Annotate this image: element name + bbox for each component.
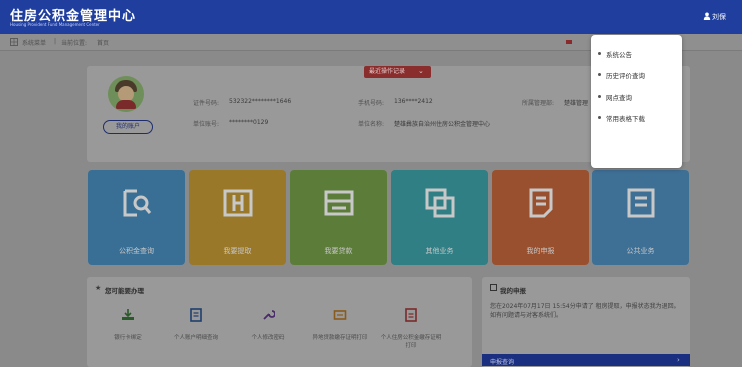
todo-item-change-password[interactable]: 个人修改密码 [237,304,299,364]
tile-public-business[interactable]: 公共业务 [592,170,689,265]
todo-item-deposit-proof[interactable]: 个人住房公积金缴存证明打印 [380,304,442,364]
tile-other-business[interactable]: 其他业务 [391,170,488,265]
todo-item-bank-card[interactable]: 银行卡绑定 [97,304,159,364]
unit-name-value: 楚雄彝族自治州住房公积金管理中心 [394,121,491,128]
unit-name-label: 单位名称: [358,121,385,128]
wrench-icon [263,310,275,320]
notice-flag-icon[interactable] [566,40,572,44]
bullet-icon [598,95,601,98]
user-icon[interactable] [703,12,711,20]
id-number-value: 532322********1646 [229,98,292,105]
report-query-label[interactable]: 申报查询 [490,357,514,366]
public-business-dropdown [591,35,682,168]
tile-label: 其他业务 [425,247,454,255]
user-name[interactable]: 刘保 [712,12,726,22]
public-business-icon [627,188,655,218]
print-proof-icon [333,310,347,320]
star-icon: ★ [95,284,102,292]
phone-value: 136****2412 [394,98,433,105]
bullet-icon [598,116,601,119]
todo-label: 个人账户明细查询 [173,335,218,341]
todo-item-account-detail[interactable]: 个人账户明细查询 [165,304,227,364]
system-menu-link[interactable]: 系统菜单 [22,38,46,47]
dropdown-item-forms-download[interactable]: 常用表格下载 [606,113,645,123]
site-subtitle: Housing Provident Fund Management Center [10,22,100,27]
manager-value: 楚雄管理 [564,100,589,107]
dropdown-item-announcements[interactable]: 系统公告 [606,49,632,59]
bullet-icon [598,73,601,76]
todo-label: 个人修改密码 [251,335,285,341]
my-account-button[interactable]: 我的账户 [103,120,153,134]
chevron-down-icon[interactable]: ⌄ [418,67,424,75]
unit-account-label: 单位账号: [193,121,220,128]
bank-card-icon [122,309,134,320]
todo-title: 您可能要办理 [105,287,144,295]
todo-item-remote-loan-proof[interactable]: 异地贷款缴存证明打印 [309,304,371,364]
tile-my-declaration[interactable]: 我的申报 [492,170,589,265]
tile-label: 我的申报 [526,247,555,255]
grid-menu-icon[interactable] [10,38,18,46]
report-title: 我的申报 [500,287,526,295]
avatar-body [116,100,136,109]
tile-loan[interactable]: 我要贷款 [290,170,387,265]
tile-label: 我要提取 [223,247,252,255]
report-message: 您在2024年07月17日 15:54分申请了 租房提取，申报状态我为退回。如有… [490,303,680,319]
chevron-right-icon[interactable]: › [677,356,680,364]
tile-fund-query[interactable]: 公积金查询 [88,170,185,265]
tile-label: 公积金查询 [119,247,154,255]
search-document-icon [123,189,152,217]
tile-label: 我要贷款 [324,247,353,255]
breadcrumb-home[interactable]: 首页 [97,38,109,47]
bullet-icon [598,52,601,55]
manager-label: 所属管理部: [522,100,555,107]
todo-label: 个人住房公积金缴存证明打印 [380,335,442,349]
dropdown-item-history-rating[interactable]: 历史评价查询 [606,70,645,80]
dropdown-item-branch-query[interactable]: 网点查询 [606,92,632,102]
report-icon [490,284,497,291]
unit-account-value: ********0129 [229,119,269,126]
other-business-icon [425,188,455,218]
tile-label: 公共业务 [626,247,655,255]
withdraw-icon [223,189,253,217]
tile-withdraw[interactable]: 我要提取 [189,170,286,265]
todo-label: 银行卡绑定 [114,335,142,341]
phone-label: 手机号码: [358,100,385,107]
declaration-document-icon [529,188,553,218]
todo-label: 异地贷款缴存证明打印 [312,335,368,341]
breadcrumb-separator: | [54,38,57,45]
deposit-proof-icon [405,308,417,322]
loan-icon [324,190,354,216]
id-number-label: 证件号码: [193,100,220,107]
breadcrumb-position-label: 当前位置: [61,40,88,47]
account-detail-icon [190,308,202,322]
